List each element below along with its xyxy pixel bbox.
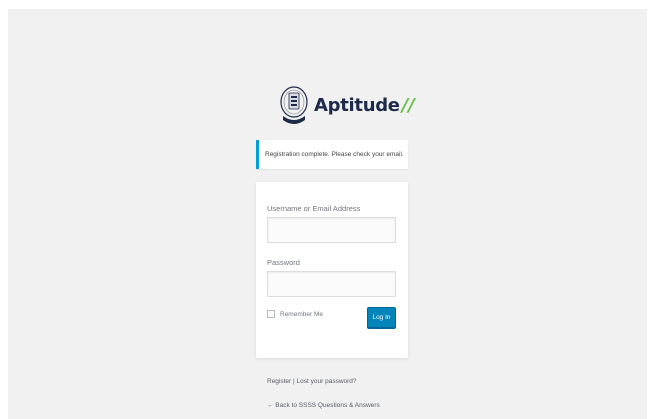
login-nav: Register | Lost your password? xyxy=(267,378,357,385)
logo-slashes: // xyxy=(401,94,415,116)
registration-notice: Registration complete. Please check your… xyxy=(256,140,408,169)
back-to-site: ← Back to SSSS Questions & Answers xyxy=(267,402,380,409)
emblem-icon xyxy=(280,86,308,124)
username-input[interactable] xyxy=(267,217,396,243)
remember-me-row[interactable]: Remember Me xyxy=(267,310,323,318)
notice-message: Registration complete. Please check your… xyxy=(265,151,404,158)
lost-password-link[interactable]: Lost your password? xyxy=(297,378,357,385)
nav-separator: | xyxy=(293,378,295,385)
remember-me-checkbox[interactable] xyxy=(267,310,275,318)
login-button[interactable]: Log In xyxy=(367,307,396,328)
logo-text: Aptitude xyxy=(314,94,400,116)
remember-me-label: Remember Me xyxy=(280,310,323,318)
username-label: Username or Email Address xyxy=(267,204,361,213)
register-link[interactable]: Register xyxy=(267,378,291,385)
login-form: Username or Email Address Password Remem… xyxy=(256,182,408,358)
site-logo-link[interactable]: Aptitude // xyxy=(278,81,415,129)
back-to-site-link[interactable]: ← Back to SSSS Questions & Answers xyxy=(267,402,380,409)
password-label: Password xyxy=(267,258,300,267)
password-input[interactable] xyxy=(267,271,396,297)
